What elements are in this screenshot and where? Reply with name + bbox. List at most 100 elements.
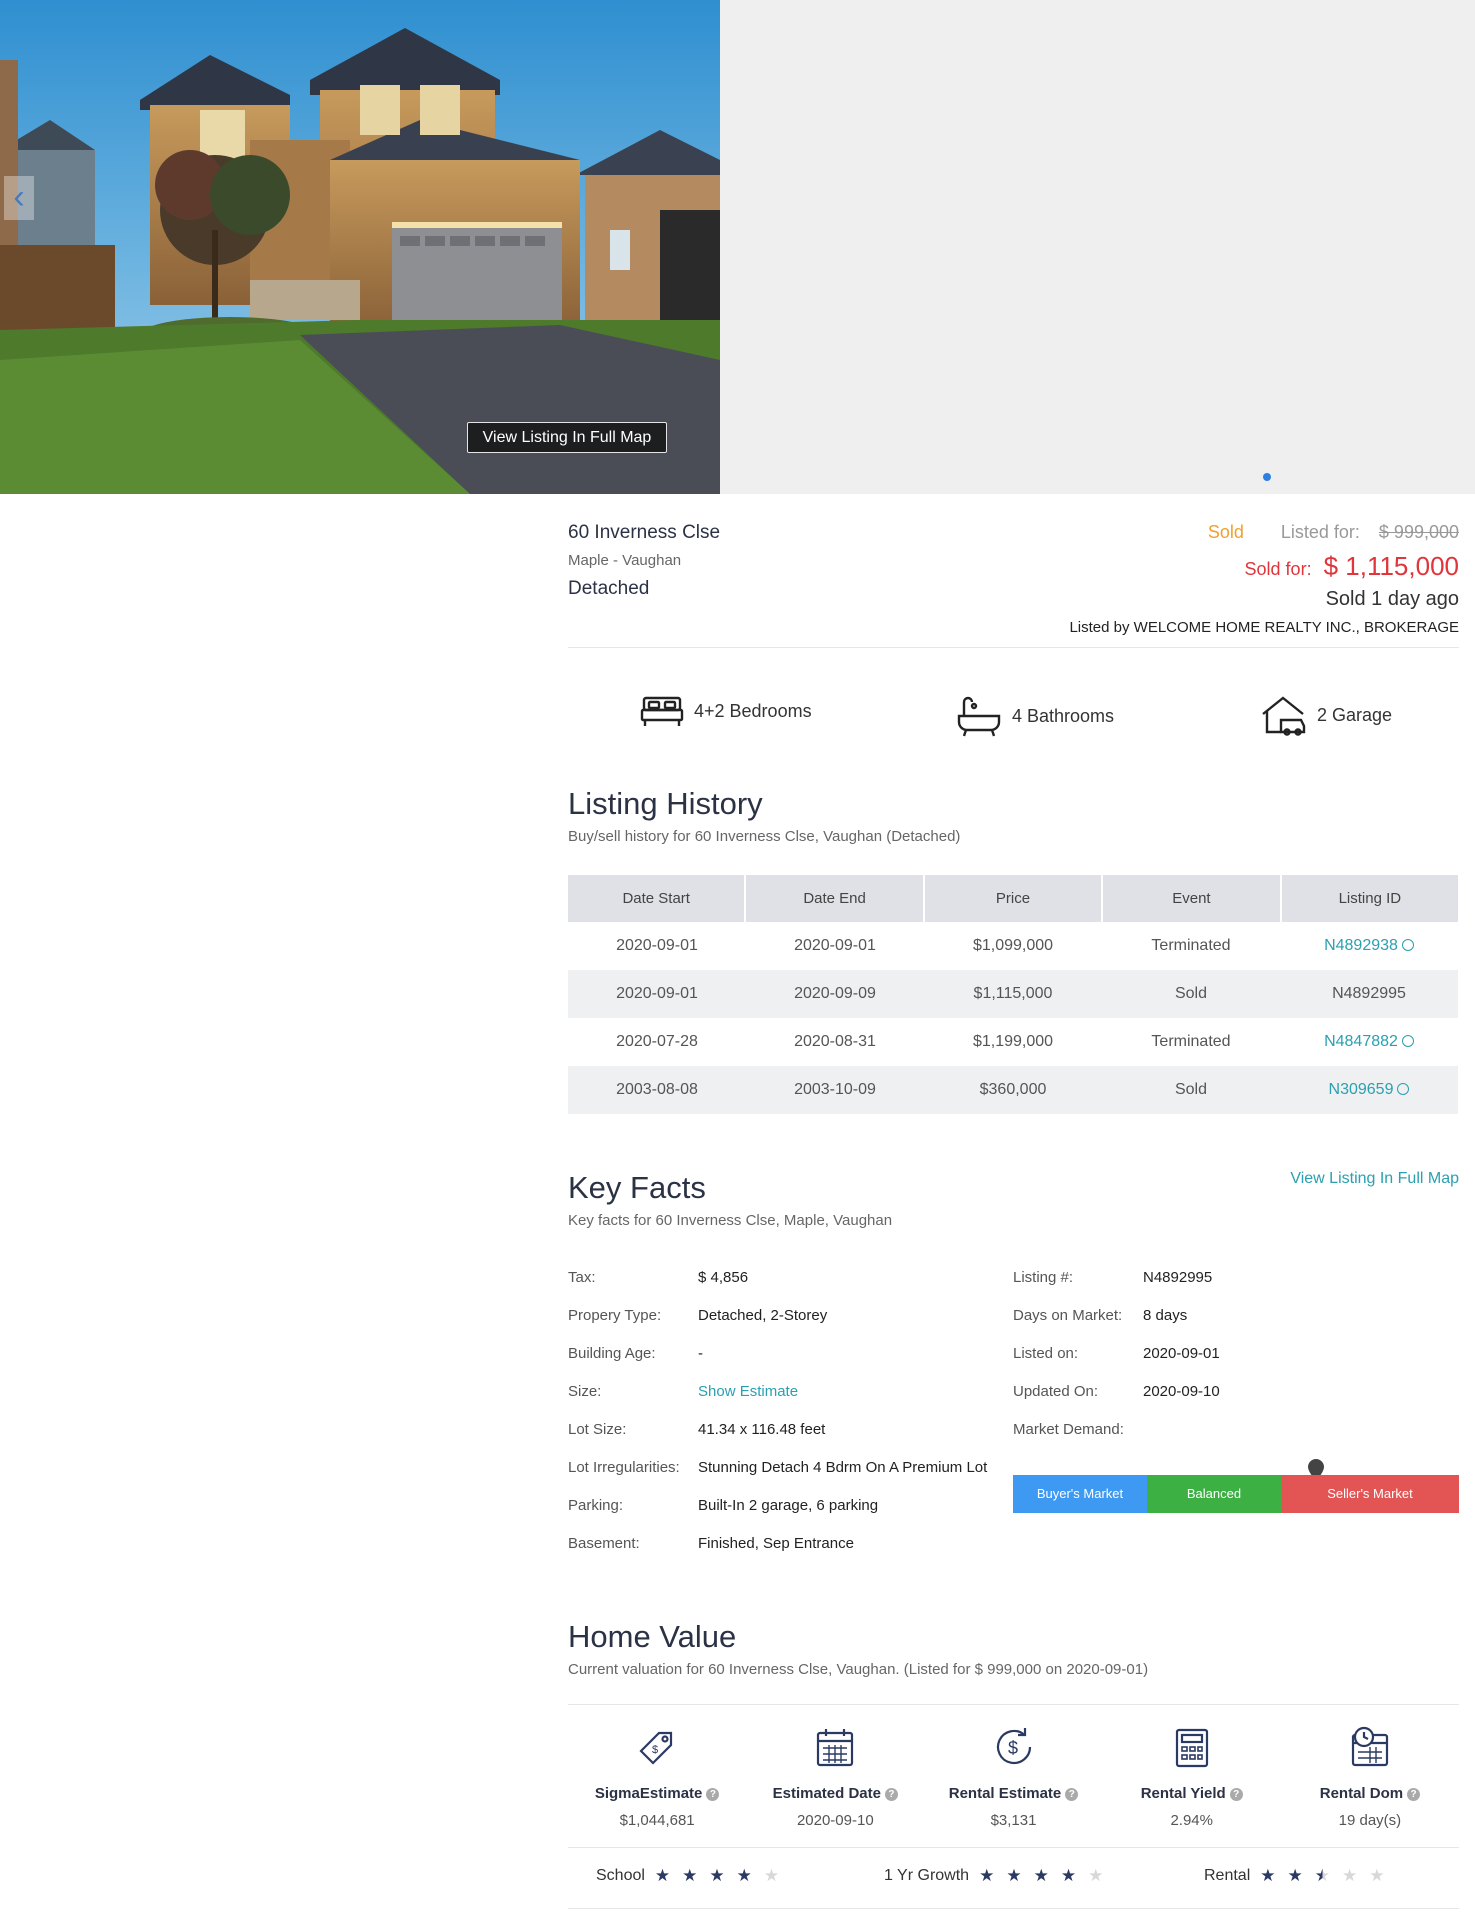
home-value-title: Home Value bbox=[568, 1619, 737, 1654]
date-end-cell: 2020-09-09 bbox=[794, 985, 876, 1002]
fact-label: Days on Market: bbox=[1013, 1307, 1123, 1324]
bedrooms-feature: 4+2 Bedrooms bbox=[640, 694, 812, 728]
star-icon: ★ bbox=[763, 1866, 780, 1885]
home-value-section: Home Value Current valuation for 60 Inve… bbox=[568, 1619, 1459, 1909]
fact-label: Size: bbox=[568, 1383, 602, 1400]
star-icon: ★ bbox=[1033, 1866, 1049, 1885]
event-cell: Sold bbox=[1174, 1081, 1208, 1098]
buyers-market-segment: Buyer's Market bbox=[1013, 1475, 1147, 1513]
search-icon bbox=[1401, 939, 1414, 951]
gallery-pagination-dot[interactable] bbox=[1263, 473, 1271, 481]
fact-row: Lot Size: 41.34 x 116.48 feet bbox=[568, 1411, 987, 1449]
listed-for-label: Listed for: bbox=[1280, 522, 1360, 542]
fact-row: Updated On: 2020-09-10 bbox=[1013, 1373, 1220, 1411]
fact-row: Parking: Built-In 2 garage, 6 parking bbox=[568, 1487, 987, 1525]
fact-label: Building Age: bbox=[568, 1345, 656, 1362]
listing-photo[interactable]: View Listing In Full Map bbox=[0, 0, 720, 494]
listing-history-subtitle: Buy/sell history for 60 Inverness Clse, … bbox=[568, 828, 961, 845]
column-header[interactable]: Listing ID bbox=[1281, 875, 1459, 922]
star-icon: ★ bbox=[1342, 1866, 1358, 1885]
metric-value: $1,044,681 bbox=[619, 1812, 695, 1829]
bathrooms-label: 4 Bathrooms bbox=[1012, 705, 1115, 726]
star-icon: ★ bbox=[1314, 1866, 1330, 1885]
star-icon: ★ bbox=[1287, 1866, 1303, 1885]
price-block: Sold Listed for: $ 999,000 Sold for: $ 1,… bbox=[959, 522, 1459, 636]
listing-property-type: Detached bbox=[568, 578, 650, 599]
fact-value: 2020-09-10 bbox=[1143, 1383, 1220, 1400]
fact-row: Tax: $ 4,856 bbox=[568, 1259, 987, 1297]
listing-id-cell: N4892995 bbox=[1332, 985, 1406, 1002]
price-cell: $1,199,000 bbox=[972, 1033, 1054, 1050]
market-demand-bar: Buyer's Market Balanced Seller's Market bbox=[1013, 1475, 1459, 1513]
fact-row: Propery Type: Detached, 2-Storey bbox=[568, 1297, 987, 1335]
search-icon bbox=[1401, 1035, 1414, 1047]
history-table-header: Date Start Date End Price Event Listing … bbox=[568, 875, 1459, 922]
star-icon: ★ bbox=[1260, 1866, 1276, 1885]
show-estimate-link[interactable]: Show Estimate bbox=[698, 1373, 798, 1411]
star-icon: ★ bbox=[1369, 1866, 1385, 1885]
facts-left-column: Tax: $ 4,856 Propery Type: Detached, 2-Sto… bbox=[568, 1259, 987, 1563]
fact-row: Basement: Finished, Sep Entrance bbox=[568, 1525, 987, 1563]
help-icon[interactable]: ? bbox=[884, 1788, 898, 1801]
star-icon: ★ bbox=[654, 1866, 671, 1885]
metric-label: Estimated Date bbox=[772, 1785, 881, 1802]
garage-icon bbox=[1262, 696, 1306, 736]
metric-value: 19 day(s) bbox=[1338, 1812, 1402, 1829]
key-facts-subtitle: Key facts for 60 Inverness Clse, Maple, … bbox=[568, 1212, 893, 1229]
garage-feature: 2 Garage bbox=[1261, 694, 1392, 736]
help-icon[interactable]: ? bbox=[1065, 1788, 1079, 1801]
metric-rental-dom: Rental Dom? 19 day(s) bbox=[1281, 1705, 1459, 1835]
column-header[interactable]: Event bbox=[1103, 875, 1280, 922]
fact-row: Listing #: N4892995 bbox=[1013, 1259, 1220, 1297]
key-facts-full-map-link[interactable]: View Listing In Full Map bbox=[1290, 1170, 1459, 1188]
sellers-market-segment: Seller's Market bbox=[1281, 1475, 1459, 1513]
price-cell: $360,000 bbox=[979, 1081, 1047, 1098]
svg-text:$: $ bbox=[652, 1744, 658, 1756]
column-header[interactable]: Date End bbox=[746, 875, 923, 922]
listing-id-link[interactable]: N4892938 bbox=[1280, 922, 1458, 970]
key-facts-section: Key Facts View Listing In Full Map Key f… bbox=[568, 1170, 1459, 1589]
sold-for-label: Sold for: bbox=[1244, 559, 1312, 579]
metric-rental-yield: Rental Yield? 2.94% bbox=[1103, 1705, 1281, 1835]
star-icon: ★ bbox=[682, 1866, 698, 1885]
listing-header: 60 Inverness Clse Maple - Vaughan Detach… bbox=[568, 494, 1459, 648]
metric-label: Rental Estimate bbox=[948, 1785, 1062, 1802]
listing-id-link[interactable]: N309659 bbox=[1280, 1066, 1458, 1114]
fact-row: Listed on: 2020-09-01 bbox=[1013, 1335, 1220, 1373]
help-icon[interactable]: ? bbox=[1229, 1788, 1243, 1801]
date-start-cell: 2020-07-28 bbox=[616, 1033, 698, 1050]
fact-value: - bbox=[698, 1345, 703, 1362]
fact-label: Parking: bbox=[568, 1497, 624, 1514]
listing-id-text: N309659 bbox=[1328, 1081, 1394, 1098]
column-header[interactable]: Price bbox=[924, 875, 1102, 922]
fact-row: Market Demand: bbox=[1013, 1411, 1220, 1449]
date-start-cell: 2020-09-01 bbox=[616, 937, 698, 954]
features-row: 4+2 Bedrooms 4 Bathrooms 2 Garage bbox=[568, 648, 1459, 772]
column-header[interactable]: Date Start bbox=[568, 875, 745, 922]
metric-label: Rental Yield bbox=[1140, 1785, 1226, 1802]
table-row: 2020-09-01 2020-09-09 $1,115,000 Sold N4… bbox=[568, 970, 1458, 1018]
fact-value: Stunning Detach 4 Bdrm On A Premium Lot bbox=[698, 1459, 988, 1476]
help-icon[interactable]: ? bbox=[1407, 1788, 1421, 1801]
date-end-cell: 2020-09-01 bbox=[794, 937, 876, 954]
gallery-prev-arrow[interactable]: ‹ bbox=[4, 176, 34, 220]
fact-value: Finished, Sep Entrance bbox=[698, 1535, 854, 1552]
metric-sigma-estimate: $ SigmaEstimate? $1,044,681 bbox=[568, 1705, 746, 1835]
help-icon[interactable]: ? bbox=[706, 1788, 720, 1801]
date-start-cell: 2020-09-01 bbox=[616, 985, 698, 1002]
table-row: 2020-09-01 2020-09-01 $1,099,000 Termina… bbox=[568, 922, 1458, 970]
home-value-subtitle: Current valuation for 60 Inverness Clse,… bbox=[568, 1661, 1149, 1678]
facts-right-column: Listing #: N4892995 Days on Market: 8 days… bbox=[1013, 1259, 1220, 1449]
listing-history-section: Listing History Buy/sell history for 60 … bbox=[568, 786, 1459, 1114]
date-start-cell: 2003-08-08 bbox=[616, 1081, 698, 1098]
listing-id-link[interactable]: N4847882 bbox=[1280, 1018, 1458, 1066]
calendar-icon bbox=[817, 1729, 854, 1767]
rating-label: 1 Yr Growth bbox=[884, 1867, 970, 1884]
fact-label: Lot Size: bbox=[568, 1421, 627, 1438]
dollar-cycle-icon: $ bbox=[996, 1728, 1031, 1765]
rating-school: School ★ ★ ★ ★ ★ bbox=[596, 1866, 791, 1886]
status-badge: Sold bbox=[1207, 522, 1244, 542]
listing-address: 60 Inverness Clse bbox=[568, 522, 721, 543]
view-full-map-button[interactable]: View Listing In Full Map bbox=[467, 422, 667, 453]
event-cell: Sold bbox=[1174, 985, 1208, 1002]
